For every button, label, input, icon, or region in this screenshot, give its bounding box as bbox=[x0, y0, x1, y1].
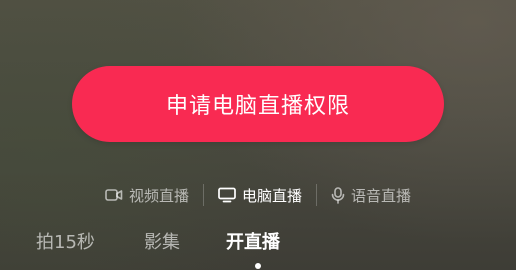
mode-video-live[interactable]: 视频直播 bbox=[91, 185, 203, 206]
mode-voice-live-label: 语音直播 bbox=[351, 186, 412, 205]
microphone-icon bbox=[331, 186, 345, 204]
live-mode-selector: 视频直播 电脑直播 语音直播 bbox=[0, 180, 516, 210]
mode-video-live-label: 视频直播 bbox=[128, 186, 189, 205]
apply-pc-live-permission-button[interactable]: 申请电脑直播权限 bbox=[72, 66, 444, 142]
active-tab-indicator bbox=[255, 263, 261, 269]
bottom-tab-bar: 拍15秒 影集 开直播 bbox=[0, 228, 516, 258]
tab-go-live[interactable]: 开直播 bbox=[226, 228, 280, 254]
video-camera-icon bbox=[105, 188, 123, 202]
monitor-icon bbox=[218, 187, 236, 203]
tab-shoot-15s[interactable]: 拍15秒 bbox=[36, 228, 95, 254]
mode-voice-live[interactable]: 语音直播 bbox=[317, 185, 425, 206]
mode-pc-live-label: 电脑直播 bbox=[241, 186, 302, 205]
apply-button-label: 申请电脑直播权限 bbox=[165, 94, 350, 119]
tab-album[interactable]: 影集 bbox=[144, 228, 180, 254]
mode-pc-live[interactable]: 电脑直播 bbox=[204, 185, 316, 206]
